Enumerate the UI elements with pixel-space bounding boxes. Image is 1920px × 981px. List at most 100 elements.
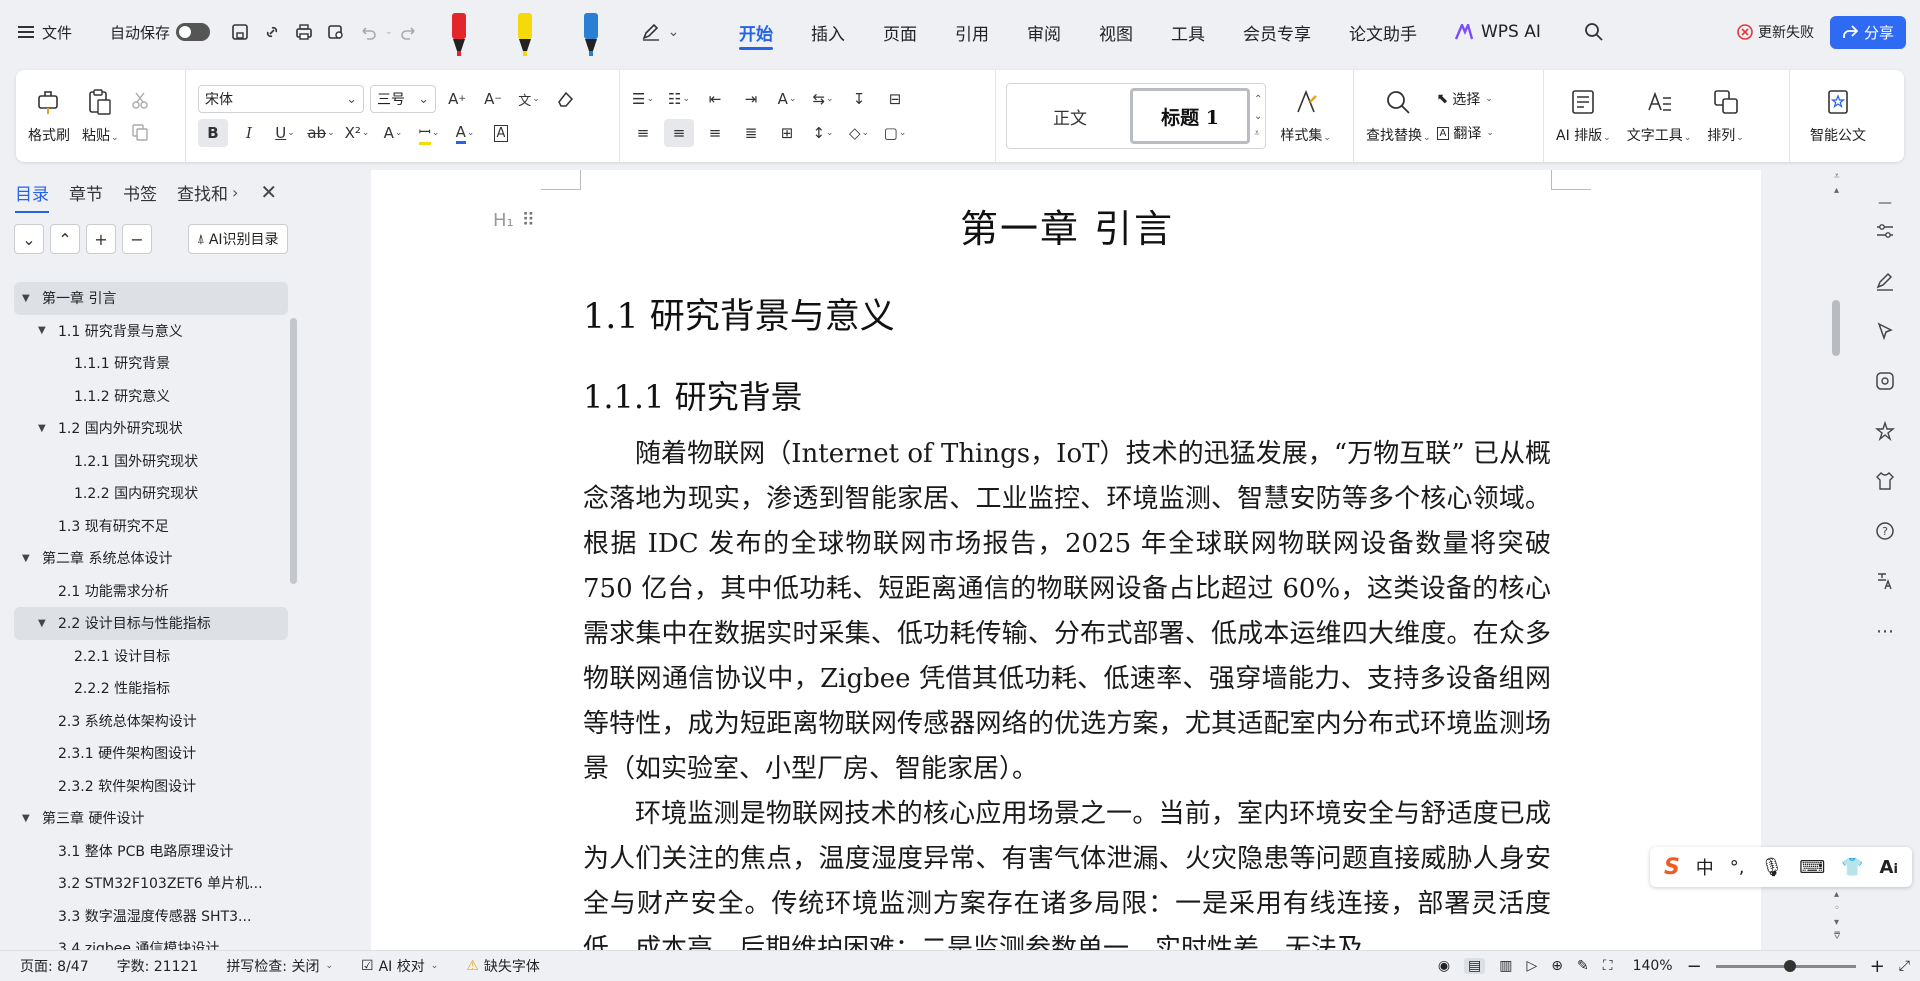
bullet-list-icon[interactable]: ☰ ⌄ — [628, 85, 658, 113]
show-marks-icon[interactable]: ⊟ — [880, 85, 910, 113]
numbered-list-icon[interactable]: ☷ ⌄ — [664, 85, 694, 113]
print-icon[interactable] — [290, 18, 318, 46]
chevron-right-icon[interactable]: › — [232, 183, 238, 202]
bold-button[interactable]: B — [198, 119, 228, 147]
ai-toc-button[interactable]: ⍋ AI识别目录 — [188, 224, 288, 254]
underline-button[interactable]: U ⌄ — [270, 119, 300, 147]
zoom-in-icon[interactable]: + — [1870, 956, 1885, 977]
edit-pen-icon[interactable] — [1872, 268, 1898, 294]
increase-indent-icon[interactable]: ⇥ — [736, 85, 766, 113]
expand-triangle-icon[interactable]: ▼ — [38, 423, 50, 434]
eye-protect-icon[interactable]: ◉ — [1438, 958, 1450, 974]
ime-punct-icon[interactable]: °, — [1730, 857, 1745, 878]
copy-icon[interactable] — [131, 123, 149, 141]
expand-triangle-icon[interactable]: ▼ — [38, 618, 50, 629]
adjust-icon[interactable] — [1872, 218, 1898, 244]
ai-proofread[interactable]: ☑ AI 校对 ⌄ — [347, 956, 452, 976]
tab-reference[interactable]: 引用 — [936, 0, 1008, 64]
align-right-icon[interactable]: ≡ — [700, 119, 730, 147]
spell-check[interactable]: 拼写检查: 关闭 ⌄ — [212, 956, 347, 976]
style-heading1[interactable]: 标题 1 — [1130, 88, 1250, 144]
ime-logo-icon[interactable]: S — [1664, 855, 1680, 880]
tab-view[interactable]: 视图 — [1080, 0, 1152, 64]
tab-review[interactable]: 审阅 — [1008, 0, 1080, 64]
toc-item[interactable]: 1.3 现有研究不足 — [14, 510, 288, 543]
translate-side-icon[interactable] — [1872, 568, 1898, 594]
expand-triangle-icon[interactable]: ▼ — [38, 325, 50, 336]
save-icon[interactable] — [226, 18, 254, 46]
page-nav-icons[interactable]: ▴ ◦ ▾ ⩢ — [1834, 888, 1840, 944]
print-preview-icon[interactable] — [322, 18, 350, 46]
cut-icon[interactable] — [131, 91, 149, 109]
heading-1[interactable]: 1.1 研究背景与意义 — [583, 288, 895, 339]
sort-icon[interactable]: ↧ — [844, 85, 874, 113]
text-effect-icon[interactable]: A ⌄ — [378, 119, 408, 147]
tab-wps-ai[interactable]: WPS AI — [1436, 0, 1560, 64]
drag-handle-icon[interactable]: ⠿ — [522, 210, 535, 231]
font-color-icon[interactable]: A ⌄ — [450, 119, 480, 147]
toc-item[interactable]: 3.1 整体 PCB 电路原理设计 — [14, 835, 288, 868]
toc-item[interactable]: ▼ 第一章 引言 — [14, 282, 288, 315]
share-button[interactable]: 分享 — [1829, 15, 1906, 49]
phonetic-icon[interactable]: 文 ⌄ — [514, 85, 544, 113]
tab-tools[interactable]: 工具 — [1152, 0, 1224, 64]
text-tools-button[interactable]: 文字工具⌄ — [1621, 87, 1698, 145]
page-count[interactable]: 页面: 8/47 — [0, 956, 103, 976]
fit-page-icon[interactable]: ⛶ — [1603, 958, 1613, 974]
toc-item[interactable]: 1.2.2 国内研究现状 — [14, 477, 288, 510]
help-icon[interactable]: ? — [1872, 518, 1898, 544]
toc-item[interactable]: 1.1.2 研究意义 — [14, 380, 288, 413]
paragraph-2[interactable]: 环境监测是物联网技术的核心应用场景之一。当前，室内环境安全与舒适度已成为人们关注… — [583, 792, 1551, 950]
toc-item[interactable]: ▼ 第二章 系统总体设计 — [14, 542, 288, 575]
autosave-toggle[interactable] — [176, 23, 211, 41]
shirt-icon[interactable] — [1872, 468, 1898, 494]
paste-button[interactable]: 粘贴⌄ — [76, 87, 125, 145]
toc-item[interactable]: 2.3.1 硬件架构图设计 — [14, 737, 288, 770]
play-icon[interactable]: ▷ — [1527, 958, 1538, 974]
italic-button[interactable]: I — [234, 119, 264, 147]
tab-thesis[interactable]: 论文助手 — [1330, 0, 1436, 64]
align-center-icon[interactable]: ≡ — [664, 119, 694, 147]
toc-item[interactable]: 2.3 系统总体架构设计 — [14, 705, 288, 738]
distributed-icon[interactable]: ⊞ — [772, 119, 802, 147]
style-gallery-scroll[interactable]: ⌃ ⌄ ⩡ — [1254, 94, 1262, 139]
file-menu[interactable]: 文件 — [18, 22, 72, 43]
search-icon[interactable] — [1580, 18, 1608, 46]
write-mode-icon[interactable]: ✎ — [1577, 958, 1589, 974]
toc-item[interactable]: 3.3 数字温湿度传感器 SHT3... — [14, 900, 288, 933]
ai-assist-icon[interactable] — [1872, 368, 1898, 394]
translate-button[interactable]: A 翻译 ⌄ — [1436, 123, 1494, 143]
grow-font-icon[interactable]: A + — [442, 85, 472, 113]
line-spacing-icon[interactable]: ↕ ⌄ — [808, 119, 838, 147]
document-scrollbar[interactable] — [1832, 300, 1840, 356]
star-icon[interactable] — [1872, 418, 1898, 444]
shrink-font-icon[interactable]: A − — [478, 85, 508, 113]
nav-tab-find[interactable]: 查找和 — [177, 180, 228, 205]
style-normal[interactable]: 正文 — [1010, 88, 1130, 144]
borders-icon[interactable]: ▢ ⌄ — [880, 119, 910, 147]
pointer-icon[interactable] — [1872, 318, 1898, 344]
heading-2[interactable]: 1.1.1 研究背景 — [583, 372, 803, 418]
format-painter-button[interactable]: 格式刷 — [22, 87, 76, 145]
ime-ai-icon[interactable]: Ai — [1880, 857, 1898, 878]
nav-tab-toc[interactable]: 目录 — [15, 180, 49, 213]
collapse-down-button[interactable]: ⌄ — [14, 224, 44, 254]
tab-start[interactable]: 开始 — [720, 0, 792, 64]
fullscreen-icon[interactable]: ⤢ — [1899, 958, 1910, 974]
undo-dropdown-icon[interactable]: ⌄ — [385, 27, 393, 37]
yellow-marker-icon[interactable] — [493, 5, 557, 59]
collapse-rail-icon[interactable]: — — [1872, 190, 1898, 216]
page-view-icon[interactable]: ▤ — [1464, 958, 1486, 974]
select-button[interactable]: ⬉ 选择 ⌄ — [1437, 89, 1494, 109]
tab-page[interactable]: 页面 — [864, 0, 936, 64]
font-name-select[interactable]: 宋体 ⌄ — [198, 85, 364, 113]
pen-dropdown-icon[interactable]: ⌄ — [668, 24, 680, 40]
toc-item[interactable]: ▼ 1.2 国内外研究现状 — [14, 412, 288, 445]
nav-tab-sections[interactable]: 章节 — [69, 180, 103, 205]
heading-marker[interactable]: H₁ ⠿ — [493, 210, 535, 231]
update-failed[interactable]: 更新失败 — [1737, 22, 1814, 42]
redo-icon[interactable] — [395, 18, 423, 46]
toc-item[interactable]: 1.1.1 研究背景 — [14, 347, 288, 380]
close-nav-icon[interactable]: ✕ — [260, 180, 277, 204]
missing-font[interactable]: ⚠ 缺失字体 — [452, 956, 554, 976]
